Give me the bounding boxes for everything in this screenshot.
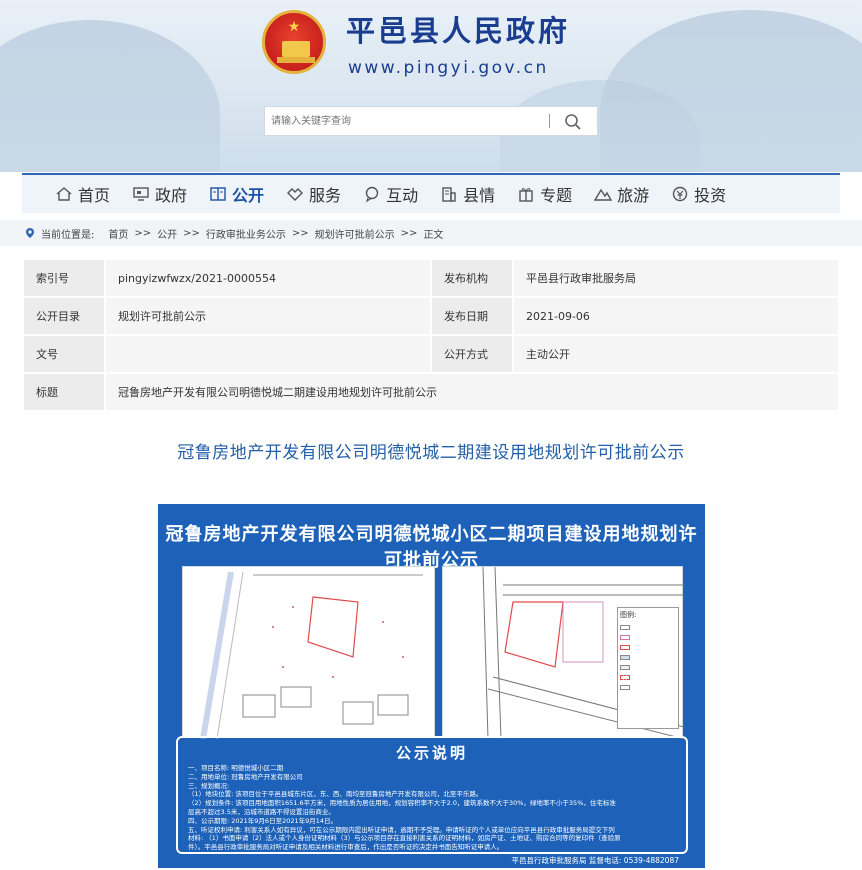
national-emblem-logo: ★: [262, 10, 326, 74]
explain-line: 件）。平邑县行政审批服务局对听证申请及相关材料进行审查后，作出是否听证的决定并书…: [188, 843, 504, 852]
mode-label: 公开方式: [430, 334, 514, 374]
site-url: www.pingyi.gov.cn: [348, 58, 549, 78]
nav-label: 公开: [232, 186, 265, 205]
docno-label: 文号: [22, 334, 106, 374]
nav-label: 专题: [540, 186, 573, 205]
catalog-label: 公开目录: [22, 296, 106, 336]
document-info-table: 索引号 pingyizwfwzx/2021-0000554 发布机构 平邑县行政…: [22, 258, 840, 412]
breadcrumb-prefix: 当前位置是:: [41, 229, 95, 241]
date-value: 2021-09-06: [512, 296, 840, 336]
breadcrumb: 当前位置是: 首页 >> 公开 >> 行政审批业务公示 >> 规划许可批前公示 …: [0, 220, 862, 246]
site-plan-map: [182, 566, 435, 740]
nav-label: 互动: [386, 186, 419, 205]
breadcrumb-current: 正文: [423, 229, 444, 241]
publisher-label: 发布机构: [430, 258, 514, 298]
table-row: 公开目录 规划许可批前公示 发布日期 2021-09-06: [22, 296, 840, 336]
nav-label: 政府: [155, 186, 188, 205]
breadcrumb-sep: >>: [134, 227, 152, 239]
main-nav: 首页 政府 公开 服务 互动 县情 专题 旅游 投资: [22, 173, 840, 213]
nav-label: 首页: [78, 186, 111, 205]
building-icon: [442, 187, 456, 202]
explain-line: 二、用地单位: 冠鲁房地产开发有限公司: [188, 772, 303, 781]
handshake-icon: [287, 188, 304, 201]
explain-line: （2）规划条件: 该项目用地面积1651.6平方米，用地性质为居住用地，规划容积…: [188, 799, 616, 808]
notice-image: 冠鲁房地产开发有限公司明德悦城小区二期项目建设用地规划许可批前公示 图例: 公示…: [158, 504, 705, 868]
breadcrumb-planning[interactable]: 规划许可批前公示: [315, 226, 395, 241]
title-label: 标题: [22, 372, 106, 412]
explain-line: 一、项目名称: 明德悦城小区二期: [188, 764, 284, 772]
index-value: pingyizwfwzx/2021-0000554: [104, 258, 432, 298]
explain-line: 五、听证权利申请: 利害关系人如有异议，可在公示期限内提出听证申请，逾期不予受理…: [188, 825, 615, 834]
explain-line: 四、公示期限: 2021年9月6日至2021年9月14日。: [188, 816, 338, 825]
breadcrumb-sep: >>: [183, 227, 200, 239]
search-icon[interactable]: [563, 112, 583, 132]
nav-service[interactable]: 服务: [275, 175, 352, 213]
explain-title: 公示说明: [395, 744, 468, 762]
catalog-value: 规划许可批前公示: [104, 296, 432, 336]
explain-body: 一、项目名称: 明德悦城小区二期 二、用地单位: 冠鲁房地产开发有限公司 三、规…: [188, 764, 678, 852]
home-icon: [56, 187, 72, 201]
explain-line: 材料: （1）书面申请（2）法人或个人身份证明材料（3）与公示项目存在直接利害关…: [188, 834, 621, 843]
nav-government[interactable]: 政府: [121, 175, 198, 213]
nav-home[interactable]: 首页: [44, 175, 121, 213]
monitor-icon: [133, 187, 149, 201]
breadcrumb-sep: >>: [400, 227, 418, 239]
explain-line: （1）地块位置: 该项目位于平邑县城东片区，东、西、南均至冠鲁房地产开发有限公司…: [188, 790, 483, 799]
nav-label: 投资: [694, 186, 727, 205]
site-title[interactable]: 平邑县人民政府: [346, 8, 570, 50]
zoning-map: 图例:: [442, 566, 685, 740]
nav-label: 服务: [309, 186, 342, 205]
nav-open[interactable]: 公开: [198, 175, 275, 213]
nav-county[interactable]: 县情: [429, 175, 506, 213]
money-icon: [672, 186, 688, 202]
mode-value: 主动公开: [512, 334, 840, 374]
article-title: 冠鲁房地产开发有限公司明德悦城二期建设用地规划许可批前公示: [177, 443, 685, 463]
table-row: 索引号 pingyizwfwzx/2021-0000554 发布机构 平邑县行政…: [22, 258, 840, 298]
breadcrumb-approval[interactable]: 行政审批业务公示: [206, 226, 286, 241]
table-row: 文号 公开方式 主动公开: [22, 334, 840, 374]
nav-tourism[interactable]: 旅游: [583, 175, 660, 213]
header-banner: ★ 平邑县人民政府 www.pingyi.gov.cn: [0, 0, 862, 172]
title-value: 冠鲁房地产开发有限公司明德悦城二期建设用地规划许可批前公示: [104, 372, 840, 412]
nav-label: 旅游: [617, 186, 650, 205]
explain-line: 三、规划概况:: [188, 781, 230, 790]
nav-interaction[interactable]: 互动: [352, 175, 429, 213]
chat-icon: [365, 186, 379, 203]
search-box: [264, 106, 598, 136]
table-row: 标题 冠鲁房地产开发有限公司明德悦城二期建设用地规划许可批前公示: [22, 372, 840, 412]
notice-footer: 平邑县行政审批服务局 监督电话: 0539-4882087: [511, 856, 680, 865]
map-legend: 图例:: [617, 607, 679, 729]
legend-title: 图例:: [620, 611, 637, 619]
book-icon: [210, 187, 226, 201]
gift-icon: [519, 188, 533, 202]
publisher-value: 平邑县行政审批服务局: [512, 258, 840, 298]
search-divider: [549, 114, 550, 128]
nav-investment[interactable]: 投资: [660, 175, 737, 213]
date-label: 发布日期: [430, 296, 514, 336]
docno-value: [104, 334, 432, 374]
index-label: 索引号: [22, 258, 106, 298]
breadcrumb-home[interactable]: 首页: [108, 226, 128, 241]
notice-title: 冠鲁房地产开发有限公司明德悦城小区二期项目建设用地规划许可批前公示: [165, 524, 698, 571]
nav-label: 县情: [463, 186, 496, 205]
breadcrumb-open[interactable]: 公开: [157, 226, 177, 241]
notice-explanation: 公示说明 一、项目名称: 明德悦城小区二期 二、用地单位: 冠鲁房地产开发有限公…: [176, 736, 688, 854]
explain-line: 层高不超过3.5米，沿城市道路不得设置沿街商业。: [188, 807, 335, 816]
nav-topic[interactable]: 专题: [506, 175, 583, 213]
search-input[interactable]: [271, 112, 541, 130]
location-icon: [26, 228, 34, 238]
breadcrumb-sep: >>: [291, 227, 309, 239]
mountain-icon: [594, 188, 613, 201]
